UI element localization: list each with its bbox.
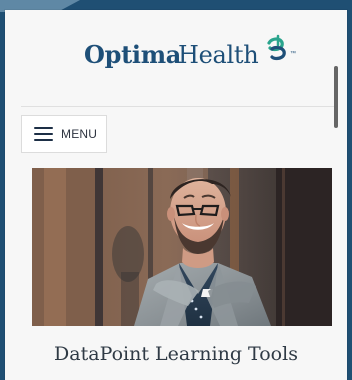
logo-health-text: Health — [178, 41, 259, 69]
menu-button[interactable]: MENU — [21, 115, 107, 153]
optima-health-logo-icon — [267, 34, 286, 61]
header-logo-area: Optima Health ™ — [5, 10, 347, 106]
page-panel: Optima Health ™ MENU DataPoint Learning … — [5, 10, 347, 380]
header-divider — [21, 106, 334, 107]
scrollbar-thumb[interactable] — [334, 66, 338, 128]
hamburger-menu-icon — [34, 127, 53, 141]
trademark-symbol: ™ — [290, 51, 296, 57]
screen-frame: Optima Health ™ MENU DataPoint Learning … — [0, 0, 352, 380]
logo-optima-text: Optima — [84, 40, 182, 69]
menu-icon-line-bottom — [34, 139, 53, 141]
menu-label: MENU — [61, 127, 98, 141]
page-title: DataPoint Learning Tools — [54, 343, 298, 365]
optima-health-logo[interactable]: Optima Health ™ — [84, 33, 304, 81]
hero-image — [32, 168, 332, 326]
menu-icon-line-middle — [34, 133, 53, 135]
hero-photo-illustration — [32, 168, 332, 326]
menu-icon-line-top — [34, 127, 53, 129]
